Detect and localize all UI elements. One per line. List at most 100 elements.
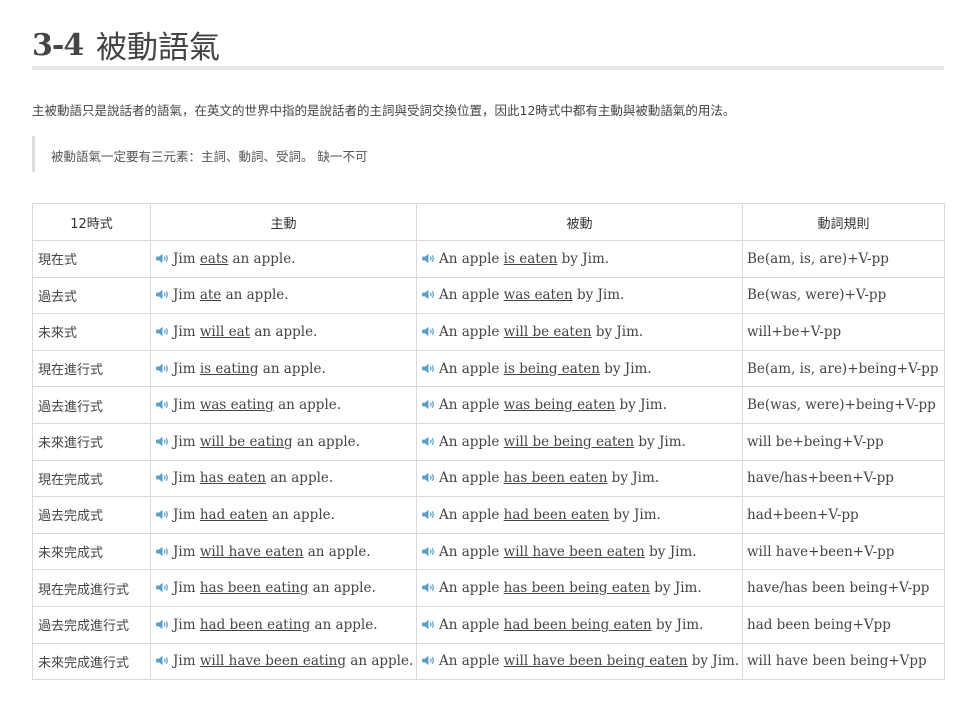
passive-example: An apple has been being eaten by Jim. — [416, 569, 743, 607]
speaker-icon[interactable] — [421, 362, 436, 373]
passive-example: An apple had been eaten by Jim. — [416, 496, 743, 534]
tense-name: 未來完成進行式 — [32, 642, 151, 681]
speaker-icon[interactable] — [421, 471, 436, 483]
speaker-icon[interactable] — [421, 618, 436, 629]
sentence-part: An apple — [439, 580, 504, 597]
verb-phrase: will eat — [199, 323, 251, 340]
verb-phrase: has been eaten — [503, 470, 608, 487]
header-passive: 被動 — [416, 203, 743, 241]
sentence-part: by Jim. — [687, 653, 740, 670]
speaker-icon[interactable] — [421, 398, 436, 410]
table-row: 現在完成式 Jim has eaten an apple. An apple has… — [32, 459, 945, 498]
speaker-icon[interactable] — [155, 362, 170, 373]
intro-paragraph: 主被動語只是說話者的語氣，在英文的世界中指的是說話者的主詞與受詞交換位置，因此1… — [32, 103, 736, 118]
sentence-part: Jim — [173, 323, 200, 340]
verb-rule: will be+being+V-pp — [742, 422, 945, 461]
verb-rule: will+be+V-pp — [742, 313, 945, 351]
verb-phrase: had eaten — [199, 506, 268, 523]
verb-phrase: will be eating — [199, 433, 293, 450]
verb-rule: have/has+been+V-pp — [742, 459, 945, 498]
verb-phrase: has eaten — [199, 470, 266, 487]
speaker-icon[interactable] — [421, 435, 436, 446]
active-example: Jim was eating an apple. — [150, 386, 417, 424]
verb-rule: have/has been being+V-pp — [742, 569, 945, 607]
active-example: Jim eats an apple. — [150, 240, 417, 278]
speaker-icon[interactable] — [155, 288, 170, 300]
verb-rule: Be(am, is, are)+being+V-pp — [742, 349, 945, 388]
speaker-icon[interactable] — [421, 545, 436, 556]
speaker-icon[interactable] — [155, 654, 170, 666]
table-header-row: 12時式 主動 被動 動詞規則 — [32, 203, 945, 241]
header-active: 主動 — [150, 203, 417, 241]
table-row: 現在完成進行式 Jim has been eating an apple. An a… — [32, 569, 945, 607]
table-row: 過去完成式 Jim had eaten an apple. An apple had… — [32, 496, 945, 534]
tense-name: 現在進行式 — [32, 349, 151, 388]
sentence-part: an apple. — [250, 323, 318, 340]
sentence-part: by Jim. — [649, 580, 702, 597]
table-row: 未來式 Jim will eat an apple. An apple will b… — [32, 313, 945, 351]
sentence-part: Jim — [173, 543, 200, 560]
sentence-part: Jim — [173, 506, 200, 523]
sentence-part: An apple — [439, 506, 504, 523]
table-row: 未來進行式 Jim will be eating an apple. An appl… — [32, 422, 945, 461]
speaker-icon[interactable] — [155, 618, 170, 629]
active-example: Jim had been eating an apple. — [150, 605, 417, 644]
speaker-icon[interactable] — [155, 471, 170, 483]
verb-phrase: was eaten — [503, 287, 573, 304]
passive-example: An apple is being eaten by Jim. — [416, 349, 743, 388]
verb-rule: Be(am, is, are)+V-pp — [742, 240, 945, 278]
active-example: Jim ate an apple. — [150, 276, 417, 315]
speaker-icon[interactable] — [155, 325, 170, 337]
sentence-part: an apple. — [258, 360, 326, 377]
sentence-part: Jim — [173, 580, 200, 597]
sentence-part: An apple — [439, 360, 504, 377]
sentence-part: Jim — [173, 616, 200, 633]
sentence-part: by Jim. — [599, 360, 652, 377]
speaker-icon[interactable] — [155, 435, 170, 446]
verb-phrase: had been eating — [199, 616, 311, 633]
sentence-part: by Jim. — [607, 470, 660, 487]
sentence-part: by Jim. — [651, 616, 704, 633]
table-row: 未來完成進行式 Jim will have been eating an appl… — [32, 642, 945, 681]
speaker-icon[interactable] — [421, 288, 436, 300]
passive-example: An apple will have been being eaten by J… — [416, 642, 743, 681]
table-row: 過去進行式 Jim was eating an apple. An apple wa… — [32, 386, 945, 424]
sentence-part: an apple. — [346, 653, 414, 670]
verb-rule: had+been+V-pp — [742, 496, 945, 534]
speaker-icon[interactable] — [421, 325, 436, 337]
sentence-part: An apple — [439, 250, 504, 267]
tense-name: 未來式 — [32, 313, 151, 351]
tense-name: 未來進行式 — [32, 422, 151, 461]
verb-phrase: will have eaten — [199, 543, 304, 560]
speaker-icon[interactable] — [421, 252, 436, 263]
table-row: 過去完成進行式 Jim had been eating an apple. An a… — [32, 605, 945, 644]
speaker-icon[interactable] — [155, 398, 170, 410]
passive-example: An apple will have been eaten by Jim. — [416, 532, 743, 571]
verb-phrase: has been being eaten — [503, 580, 650, 597]
verb-phrase: was eating — [199, 397, 274, 414]
speaker-icon[interactable] — [155, 581, 170, 593]
speaker-icon[interactable] — [155, 545, 170, 556]
sentence-part: An apple — [439, 543, 504, 560]
tense-table: 12時式 主動 被動 動詞規則 現在式 Jim eats an apple. An … — [32, 203, 945, 681]
table-row: 現在式 Jim eats an apple. An apple is eaten b… — [32, 240, 945, 278]
tense-name: 過去式 — [32, 276, 151, 315]
section-heading: 3-4 被動語氣 — [32, 22, 944, 70]
sentence-part: an apple. — [221, 287, 289, 304]
sentence-part: an apple. — [265, 470, 334, 487]
verb-rule: will have been being+Vpp — [742, 642, 945, 681]
active-example: Jim will be eating an apple. — [150, 422, 417, 461]
active-example: Jim will have eaten an apple. — [150, 532, 417, 571]
sentence-part: by Jim. — [644, 543, 697, 560]
sentence-part: Jim — [173, 287, 200, 304]
sentence-part: by Jim. — [615, 397, 667, 414]
speaker-icon[interactable] — [155, 252, 170, 263]
sentence-part: an apple. — [267, 506, 335, 523]
speaker-icon[interactable] — [155, 508, 170, 520]
table-row: 現在進行式 Jim is eating an apple. An apple is … — [32, 349, 945, 388]
speaker-icon[interactable] — [421, 508, 436, 520]
speaker-icon[interactable] — [421, 581, 436, 593]
speaker-icon[interactable] — [421, 654, 436, 666]
active-example: Jim has eaten an apple. — [150, 459, 417, 498]
tense-name: 過去完成進行式 — [32, 605, 151, 644]
